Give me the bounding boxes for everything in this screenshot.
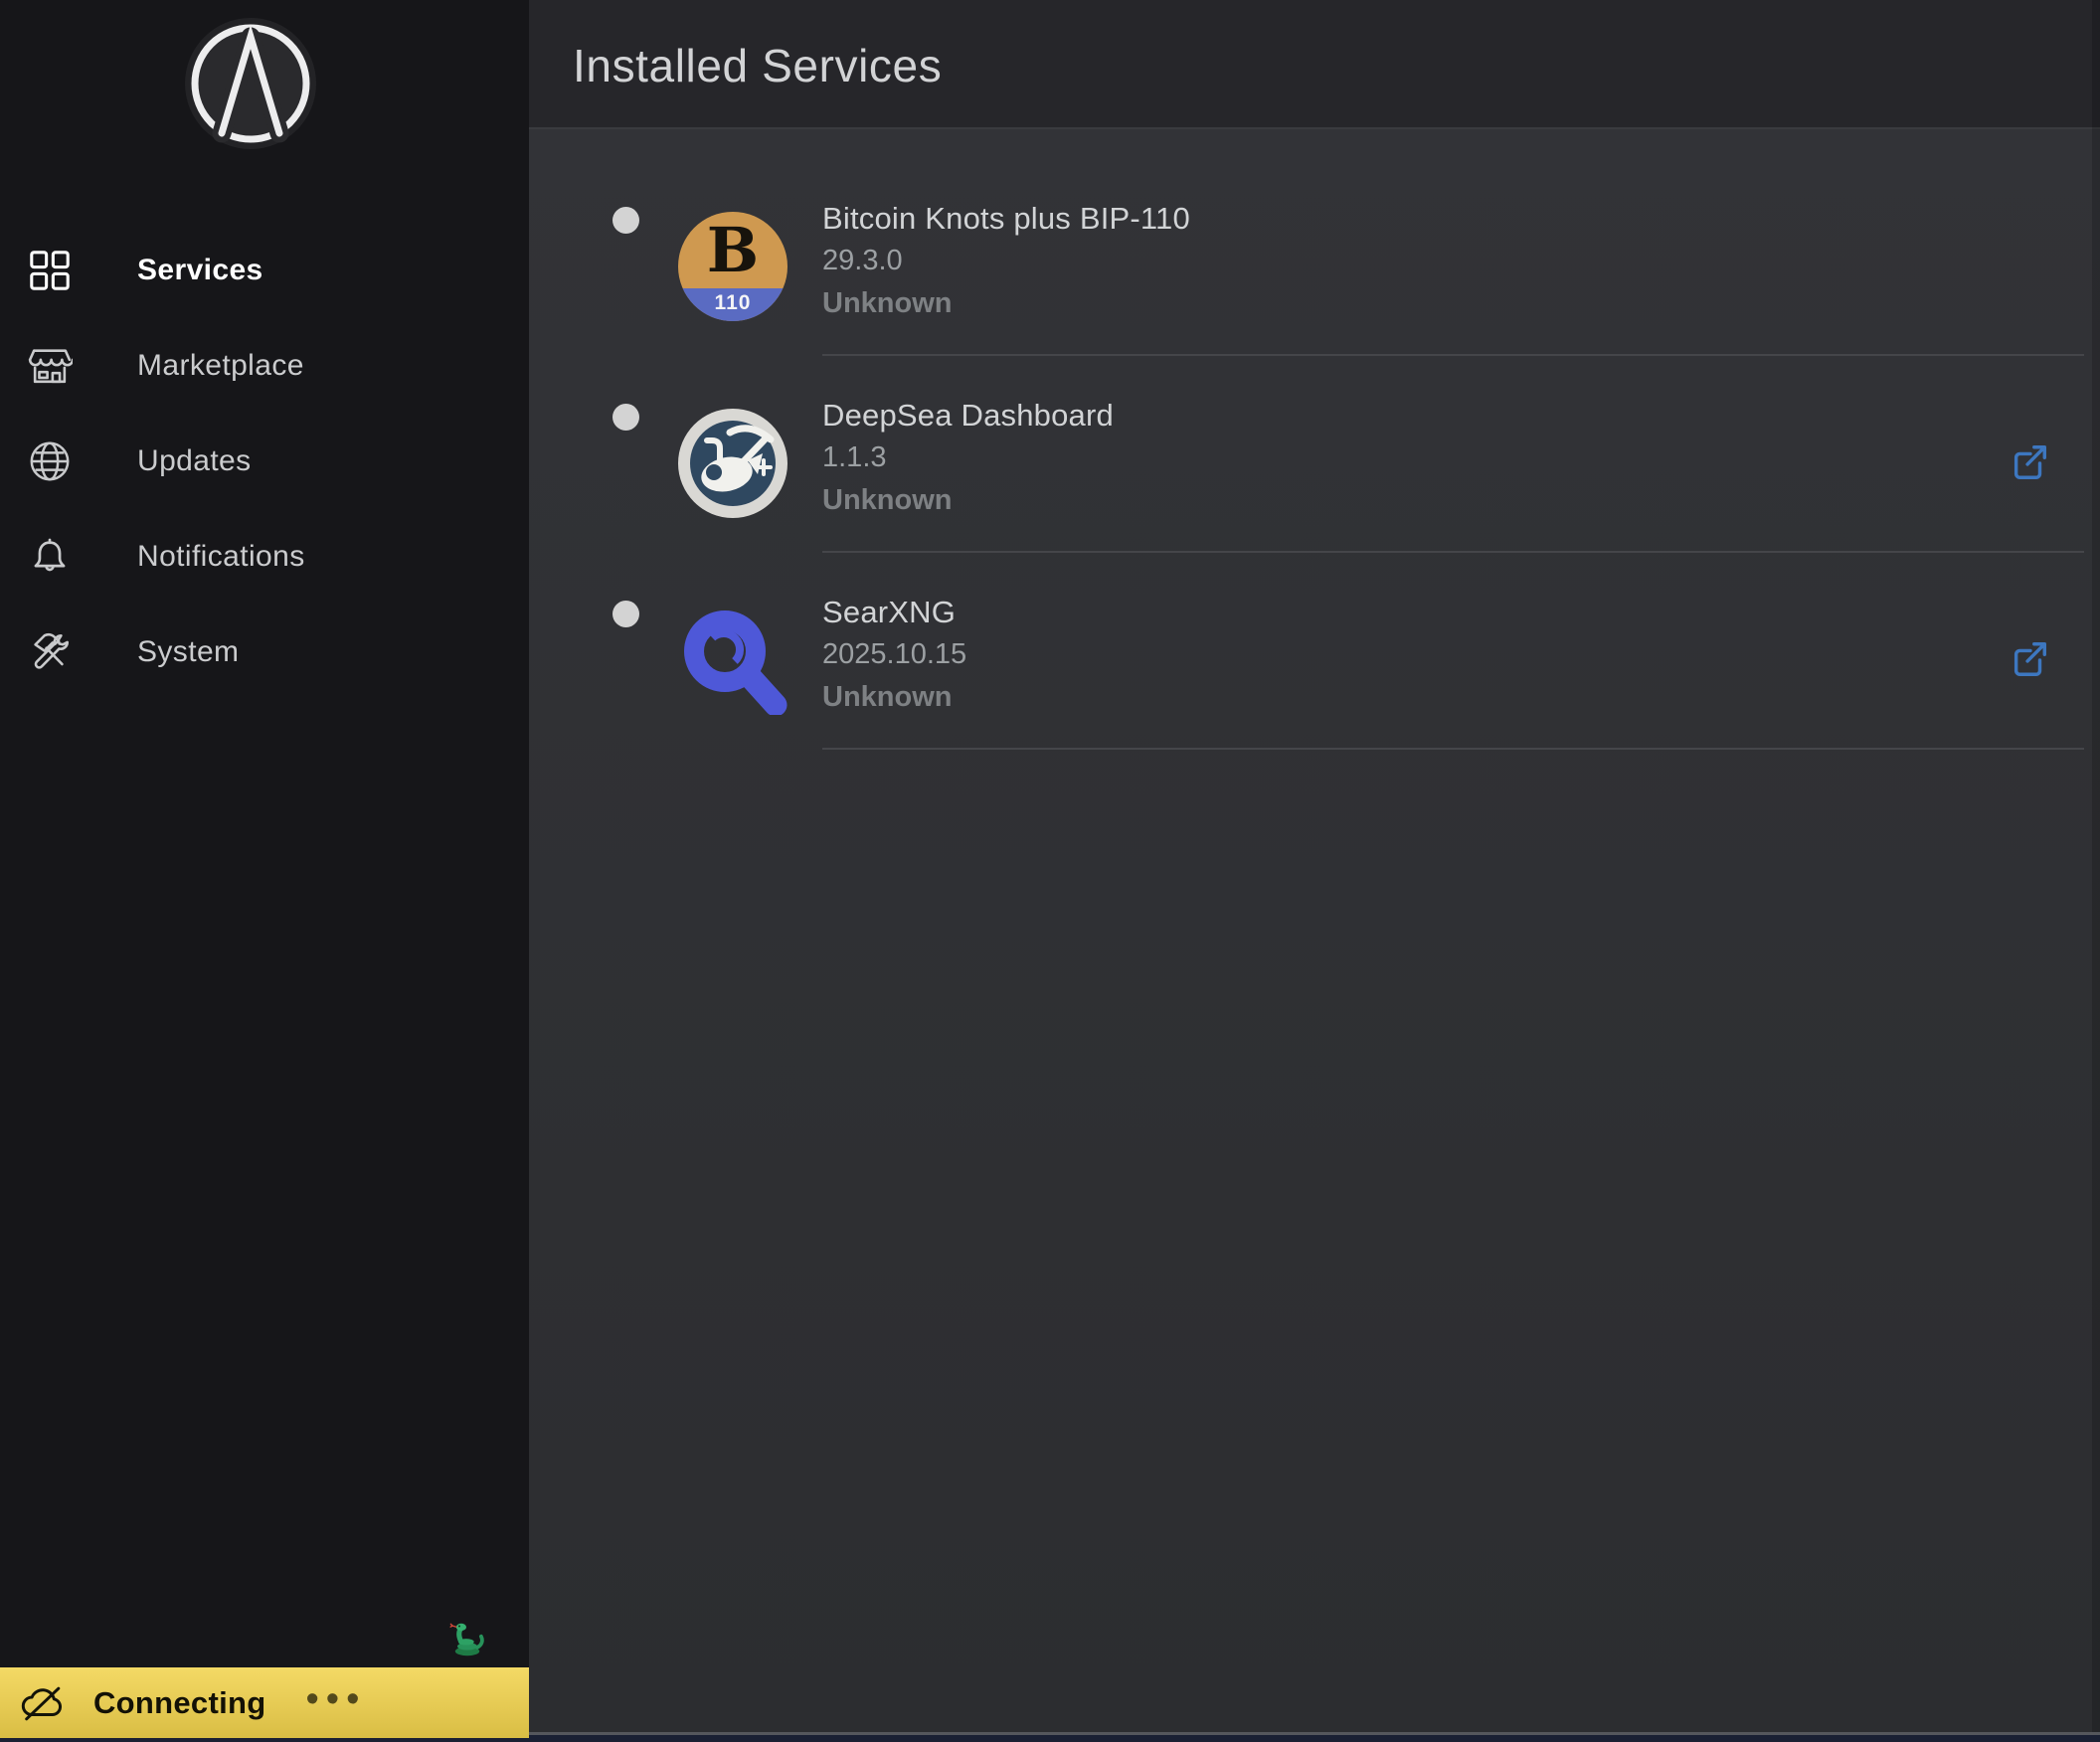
service-version: 2025.10.15 xyxy=(822,638,967,670)
sidebar-item-label: Marketplace xyxy=(137,349,304,382)
bip-badge: 110 xyxy=(678,288,788,321)
deepsea-dashboard-icon xyxy=(678,409,788,518)
service-status: Unknown xyxy=(822,484,953,516)
service-version: 29.3.0 xyxy=(822,245,903,276)
sidebar-item-label: Updates xyxy=(137,444,252,477)
connection-statusbar[interactable]: Connecting ••• xyxy=(0,1667,529,1738)
service-name: DeepSea Dashboard xyxy=(822,398,1114,433)
service-name: Bitcoin Knots plus BIP-110 xyxy=(822,201,1190,236)
row-divider xyxy=(822,748,2084,750)
page-header: Installed Services xyxy=(529,0,2100,127)
searxng-icon xyxy=(678,606,788,717)
loading-ellipsis: ••• xyxy=(305,1678,367,1720)
service-name: SearXNG xyxy=(822,595,957,629)
sidebar: Services Marketplace Updates Notificatio… xyxy=(0,0,529,1742)
bitcoin-knots-icon: B 110 xyxy=(678,212,788,321)
sidebar-item-system[interactable]: System xyxy=(0,620,529,684)
service-row-searxng[interactable]: SearXNG 2025.10.15 Unknown xyxy=(529,553,2100,750)
tools-icon xyxy=(27,629,73,675)
service-status-dot xyxy=(612,601,639,627)
sidebar-item-services[interactable]: Services xyxy=(0,239,529,302)
service-status-dot xyxy=(612,207,639,234)
service-row-bitcoin-knots[interactable]: B 110 Bitcoin Knots plus BIP-110 29.3.0 … xyxy=(529,159,2100,356)
service-version: 1.1.3 xyxy=(822,441,887,473)
storefront-icon xyxy=(27,343,73,389)
sidebar-item-label: Services xyxy=(137,254,263,286)
service-status: Unknown xyxy=(822,287,953,319)
service-status: Unknown xyxy=(822,681,953,713)
main-panel: Installed Services B 110 Bitcoin Knots p… xyxy=(529,0,2100,1732)
page: Services Marketplace Updates Notificatio… xyxy=(0,0,2100,1742)
cloud-offline-icon xyxy=(20,1682,66,1724)
snake-icon xyxy=(447,1619,487,1658)
start9-logo-icon xyxy=(182,15,319,152)
sidebar-item-label: Notifications xyxy=(137,540,305,573)
grid-icon xyxy=(27,248,73,293)
open-external-link-icon[interactable] xyxy=(2009,638,2050,680)
service-status-dot xyxy=(612,404,639,431)
service-row-deepsea-dashboard[interactable]: DeepSea Dashboard 1.1.3 Unknown xyxy=(529,356,2100,553)
connection-status-label: Connecting xyxy=(93,1684,266,1720)
sidebar-item-label: System xyxy=(137,635,240,668)
bell-icon xyxy=(27,534,73,580)
open-external-link-icon[interactable] xyxy=(2009,441,2050,483)
sidebar-item-notifications[interactable]: Notifications xyxy=(0,525,529,589)
globe-icon xyxy=(27,438,73,484)
page-title: Installed Services xyxy=(573,40,943,91)
sidebar-item-updates[interactable]: Updates xyxy=(0,430,529,493)
sidebar-item-marketplace[interactable]: Marketplace xyxy=(0,334,529,398)
